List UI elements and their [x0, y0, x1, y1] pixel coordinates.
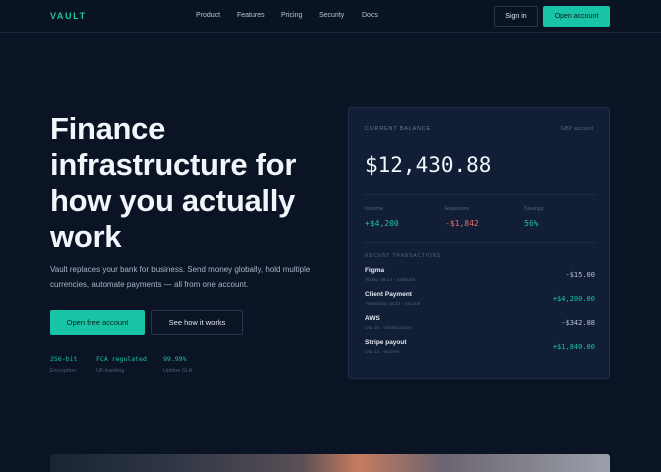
top-nav: VAULT Product Features Pricing Security … — [0, 0, 661, 33]
see-how-it-works-button[interactable]: See how it works — [151, 310, 243, 335]
transaction-meta: Yesterday, 16:42 · Income — [365, 302, 421, 307]
balance-card: CURRENT BALANCE GBP account $12,430.88 I… — [348, 107, 610, 379]
metric-savings: Savings 56% — [524, 206, 544, 228]
balance-amount: $12,430.88 — [365, 153, 492, 177]
stat-uptime: 99.99% Uptime SLA — [163, 355, 192, 374]
logo[interactable]: VAULT — [50, 11, 87, 21]
hero-title: Finance infrastructure for how you actua… — [50, 111, 297, 254]
transaction-meta: Oct 16 · Infrastructure — [365, 326, 412, 331]
transaction-amount: +$1,840.00 — [552, 343, 595, 351]
transaction-name: AWS — [365, 315, 380, 322]
transaction-name: Client Payment — [365, 291, 412, 298]
metric-label: Income — [365, 206, 384, 212]
divider — [365, 242, 595, 243]
transaction-amount: -$342.88 — [561, 319, 595, 327]
stat-value: FCA regulated — [96, 355, 147, 363]
sign-in-button[interactable]: Sign in — [494, 6, 538, 27]
stat-encryption: 256-bit Encryption — [50, 355, 77, 374]
metric-value: -$1,842 — [445, 219, 479, 228]
stat-value: 99.99% — [163, 355, 187, 363]
hero-image-preview — [50, 454, 610, 472]
stat-label: Uptime SLA — [163, 368, 193, 374]
open-account-button[interactable]: Open account — [543, 6, 610, 27]
nav-link-docs[interactable]: Docs — [362, 12, 378, 19]
transaction-amount: -$15.00 — [565, 271, 595, 279]
stat-value: 256-bit — [50, 355, 78, 363]
transaction-row[interactable]: Client Payment Yesterday, 16:42 · Income… — [365, 291, 595, 311]
transaction-name: Figma — [365, 267, 385, 274]
nav-link-pricing[interactable]: Pricing — [281, 12, 302, 19]
metric-income: Income +$4,200 — [365, 206, 399, 228]
nav-link-product[interactable]: Product — [196, 12, 220, 19]
transaction-amount: +$4,200.00 — [552, 295, 595, 303]
divider — [365, 194, 595, 195]
transaction-name: Stripe payout — [365, 339, 407, 346]
transaction-row[interactable]: AWS Oct 16 · Infrastructure -$342.88 — [365, 315, 595, 335]
stat-label: UK banking — [96, 368, 125, 374]
stat-regulation: FCA regulated UK banking — [96, 355, 147, 374]
account-type: GBP account — [560, 126, 593, 132]
current-balance-label: CURRENT BALANCE — [365, 126, 431, 132]
stat-label: Encryption — [50, 368, 76, 374]
hero-subtitle: Vault replaces your bank for business. S… — [50, 265, 311, 289]
open-free-account-button[interactable]: Open free account — [50, 310, 145, 335]
metric-label: Savings — [524, 206, 544, 212]
nav-link-features[interactable]: Features — [237, 12, 265, 19]
transaction-meta: Oct 12 · Income — [365, 350, 400, 355]
metric-label: Expenses — [445, 206, 470, 212]
transaction-meta: Today, 09:14 · Software — [365, 278, 416, 283]
metric-value: +$4,200 — [365, 219, 399, 228]
transaction-row[interactable]: Figma Today, 09:14 · Software -$15.00 — [365, 267, 595, 287]
metric-expenses: Expenses -$1,842 — [445, 206, 479, 228]
metric-value: 56% — [524, 219, 539, 228]
recent-transactions-label: RECENT TRANSACTIONS — [365, 253, 442, 259]
transaction-row[interactable]: Stripe payout Oct 12 · Income +$1,840.00 — [365, 339, 595, 359]
nav-link-security[interactable]: Security — [319, 12, 344, 19]
